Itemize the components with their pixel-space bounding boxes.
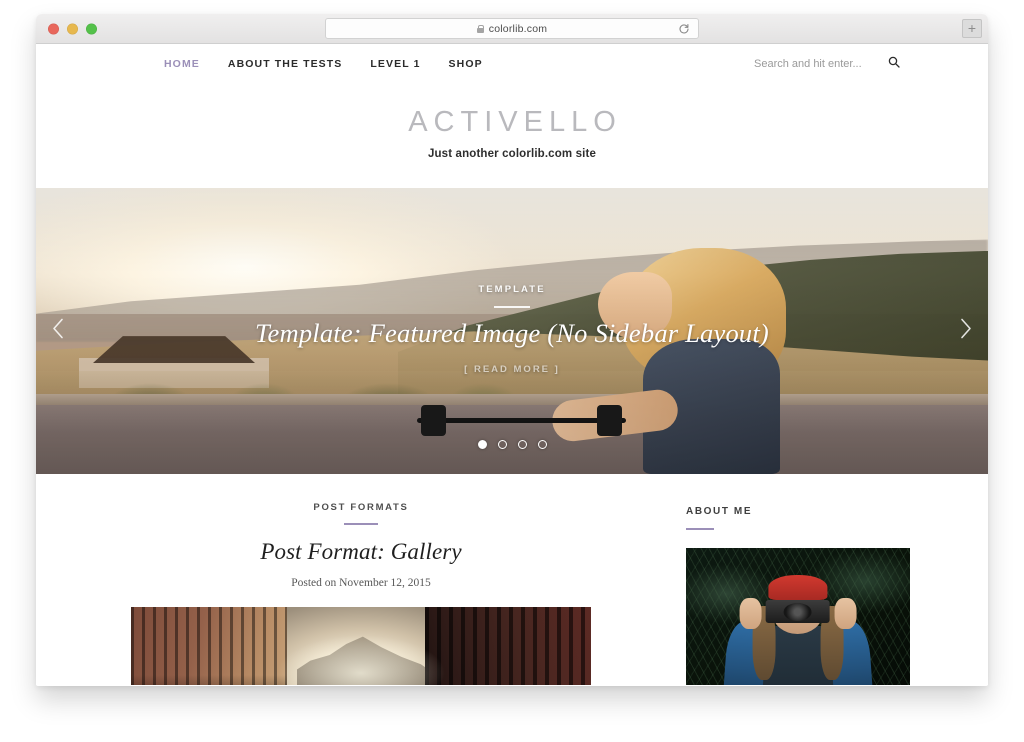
site-logo[interactable]: ACTIVELLO <box>36 106 988 139</box>
page-viewport: HOME ABOUT THE TESTS LEVEL 1 SHOP ACTIVE… <box>36 44 988 685</box>
maximize-window-button[interactable] <box>86 23 97 34</box>
nav-item-home[interactable]: HOME <box>164 58 200 70</box>
window-controls <box>48 23 97 34</box>
site-navigation: HOME ABOUT THE TESTS LEVEL 1 SHOP <box>36 44 988 84</box>
hero-divider <box>494 306 530 308</box>
hero-title[interactable]: Template: Featured Image (No Sidebar Lay… <box>36 318 988 349</box>
nav-item-shop[interactable]: SHOP <box>449 58 483 70</box>
search-area <box>754 55 900 73</box>
post-featured-image[interactable] <box>131 607 591 685</box>
close-window-button[interactable] <box>48 23 59 34</box>
slider-dot-4[interactable] <box>537 440 547 449</box>
nav-item-about-the-tests[interactable]: ABOUT THE TESTS <box>228 58 343 70</box>
browser-titlebar: colorlib.com + <box>36 14 988 44</box>
post-meta: Posted on November 12, 2015 <box>291 577 431 589</box>
slider-dot-3[interactable] <box>517 440 527 449</box>
about-me-photo <box>686 548 910 685</box>
chevron-left-icon[interactable] <box>52 318 65 345</box>
minimize-window-button[interactable] <box>67 23 78 34</box>
chevron-right-icon[interactable] <box>959 318 972 345</box>
site-branding: ACTIVELLO Just another colorlib.com site <box>36 84 988 188</box>
address-bar[interactable]: colorlib.com <box>325 18 699 39</box>
post-category-divider <box>344 523 378 525</box>
slider-dot-1[interactable] <box>477 440 487 449</box>
hero-category[interactable]: TEMPLATE <box>36 284 988 295</box>
post-title[interactable]: Post Format: Gallery <box>64 539 658 565</box>
hero-read-more-button[interactable]: [ READ MORE ] <box>464 364 560 375</box>
lock-icon <box>476 24 485 33</box>
post-category[interactable]: POST FORMATS <box>64 502 658 513</box>
main-column: POST FORMATS Post Format: Gallery Posted… <box>64 502 658 685</box>
reload-icon[interactable] <box>678 23 690 35</box>
slider-dot-2[interactable] <box>497 440 507 449</box>
site-tagline: Just another colorlib.com site <box>427 148 597 160</box>
nav-item-level-1[interactable]: LEVEL 1 <box>370 58 420 70</box>
url-text: colorlib.com <box>488 22 548 35</box>
browser-window: colorlib.com + HOME ABOUT THE TESTS LEVE… <box>36 14 988 686</box>
hero-slider: TEMPLATE Template: Featured Image (No Si… <box>36 188 988 474</box>
sidebar: ABOUT ME <box>686 502 912 685</box>
widget-title-about-me: ABOUT ME <box>686 506 753 517</box>
hero-caption: TEMPLATE Template: Featured Image (No Si… <box>36 284 988 377</box>
widget-divider <box>686 528 714 530</box>
search-input[interactable] <box>754 58 874 70</box>
slider-pagination <box>36 440 988 449</box>
search-icon[interactable] <box>888 55 900 73</box>
new-tab-button[interactable]: + <box>962 19 982 38</box>
content-area: POST FORMATS Post Format: Gallery Posted… <box>36 474 988 685</box>
nav-links: HOME ABOUT THE TESTS LEVEL 1 SHOP <box>164 58 483 70</box>
